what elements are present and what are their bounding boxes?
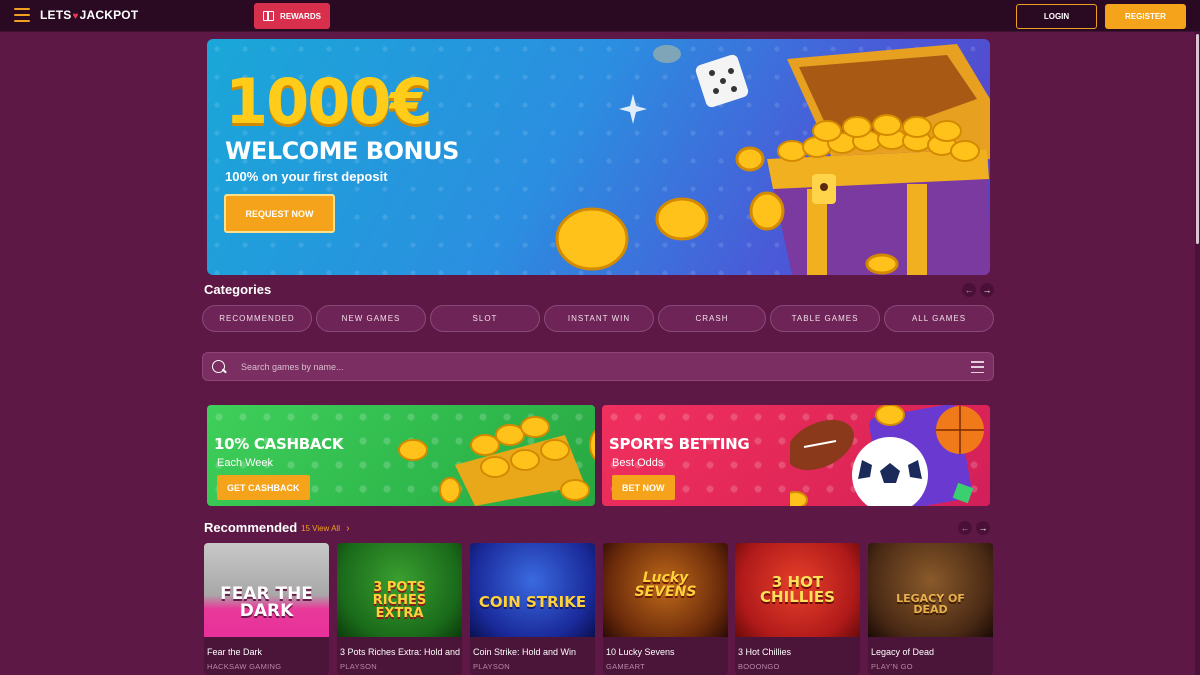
site-logo[interactable]: LETS♥JACKPOT [40, 8, 138, 22]
game-thumbnail: LEGACY OF DEAD [868, 543, 993, 637]
category-table-games[interactable]: TABLE GAMES [770, 305, 880, 332]
game-thumb-title: FEAR THE DARK [220, 584, 313, 621]
category-crash[interactable]: CRASH [658, 305, 766, 332]
category-new-games[interactable]: NEW GAMES [316, 305, 426, 332]
category-recommended[interactable]: RECOMMENDED [202, 305, 312, 332]
game-card-coin-strike[interactable]: COIN STRIKE Coin Strike: Hold and Win PL… [470, 543, 595, 675]
cashback-subtitle: Each Week [217, 457, 274, 469]
hamburger-menu-icon[interactable] [14, 8, 30, 22]
top-header: LETS♥JACKPOT REWARDS LOGIN REGISTER [0, 0, 1200, 32]
game-provider: PLAY'N GO [871, 662, 913, 671]
game-name: 3 Pots Riches Extra: Hold and Win [340, 647, 460, 657]
recommended-nav: ← → [958, 521, 990, 535]
game-thumb-title: Lucky SEVENS [634, 570, 697, 600]
game-provider: GAMEART [606, 662, 646, 671]
logo-text-right: JACKPOT [79, 8, 139, 22]
game-provider: PLAYSON [340, 662, 377, 671]
logo-text-left: LETS [40, 8, 72, 22]
game-provider: HACKSAW GAMING [207, 662, 282, 671]
category-slot[interactable]: SLOT [430, 305, 540, 332]
game-thumbnail: 3 POTS RICHES EXTRA [337, 543, 462, 637]
category-instant-win[interactable]: INSTANT WIN [544, 305, 654, 332]
sports-balls-illustration [790, 405, 984, 506]
heart-icon: ♥ [72, 11, 79, 22]
game-name: 10 Lucky Sevens [606, 647, 675, 657]
game-thumb-title: 3 POTS RICHES EXTRA [372, 579, 427, 621]
game-thumbnail: 3 HOT CHILLIES [735, 543, 860, 637]
game-card-3-pots-riches[interactable]: 3 POTS RICHES EXTRA 3 Pots Riches Extra:… [337, 543, 462, 675]
rewards-button[interactable]: REWARDS [254, 3, 330, 29]
chevron-right-icon: › [346, 523, 350, 534]
game-thumbnail: COIN STRIKE [470, 543, 595, 637]
game-card-legacy-of-dead[interactable]: LEGACY OF DEAD Legacy of Dead PLAY'N GO [868, 543, 993, 675]
game-thumb-title: COIN STRIKE [478, 592, 587, 611]
filter-sliders-icon[interactable] [971, 361, 984, 373]
category-all-games[interactable]: ALL GAMES [884, 305, 994, 332]
game-name: 3 Hot Chillies [738, 647, 792, 657]
categories-nav: ← → [962, 283, 994, 297]
game-thumbnail: FEAR THE DARK [204, 543, 329, 637]
login-button[interactable]: LOGIN [1016, 4, 1097, 29]
game-name: Legacy of Dead [871, 647, 935, 657]
sports-subtitle: Best Odds [612, 457, 664, 469]
game-name: Fear the Dark [207, 647, 263, 657]
search-icon [212, 360, 225, 373]
cashback-promo-card[interactable]: 10% CASHBACK Each Week GET CASHBACK [207, 405, 595, 506]
welcome-bonus-banner[interactable]: 1000€ WELCOME BONUS 100% on your first d… [207, 39, 990, 275]
game-provider: BOOONGO [738, 662, 780, 671]
search-input[interactable] [241, 359, 941, 375]
rewards-label: REWARDS [280, 11, 321, 21]
bet-now-button[interactable]: BET NOW [612, 475, 675, 500]
treasure-chest-illustration [555, 44, 990, 275]
categories-next-arrow-icon[interactable]: → [980, 283, 994, 297]
game-search-bar [202, 352, 994, 381]
recommended-next-arrow-icon[interactable]: → [976, 521, 990, 535]
scrollbar-thumb[interactable] [1196, 34, 1199, 244]
bonus-amount: 1000€ [225, 65, 433, 138]
game-name: Coin Strike: Hold and Win [473, 647, 577, 657]
game-card-10-lucky-sevens[interactable]: Lucky SEVENS 10 Lucky Sevens GAMEART [603, 543, 728, 675]
game-card-fear-the-dark[interactable]: FEAR THE DARK Fear the Dark HACKSAW GAMI… [204, 543, 329, 675]
cashback-title: 10% CASHBACK [214, 435, 344, 453]
gold-coins-illustration [398, 416, 595, 506]
register-button[interactable]: REGISTER [1105, 4, 1186, 29]
recommended-heading: Recommended [204, 520, 298, 535]
sports-title: SPORTS BETTING [609, 435, 750, 453]
bonus-subtitle: 100% on your first deposit [225, 169, 388, 184]
view-all-label: 15 View All [301, 524, 340, 533]
game-thumb-title: 3 HOT CHILLIES [760, 573, 835, 606]
game-card-3-hot-chillies[interactable]: 3 HOT CHILLIES 3 Hot Chillies BOOONGO [735, 543, 860, 675]
bonus-title: WELCOME BONUS [225, 137, 459, 165]
game-provider: PLAYSON [473, 662, 510, 671]
recommended-prev-arrow-icon[interactable]: ← [958, 521, 972, 535]
request-now-button[interactable]: REQUEST NOW [224, 194, 335, 233]
game-thumb-title: LEGACY OF DEAD [896, 592, 965, 616]
get-cashback-button[interactable]: GET CASHBACK [217, 475, 310, 500]
sports-betting-promo-card[interactable]: SPORTS BETTING Best Odds BET NOW [602, 405, 990, 506]
view-all-link[interactable]: 15 View All › [301, 523, 350, 534]
categories-prev-arrow-icon[interactable]: ← [962, 283, 976, 297]
gift-icon [263, 11, 275, 21]
categories-heading: Categories [204, 282, 272, 297]
game-thumbnail: Lucky SEVENS [603, 543, 728, 637]
